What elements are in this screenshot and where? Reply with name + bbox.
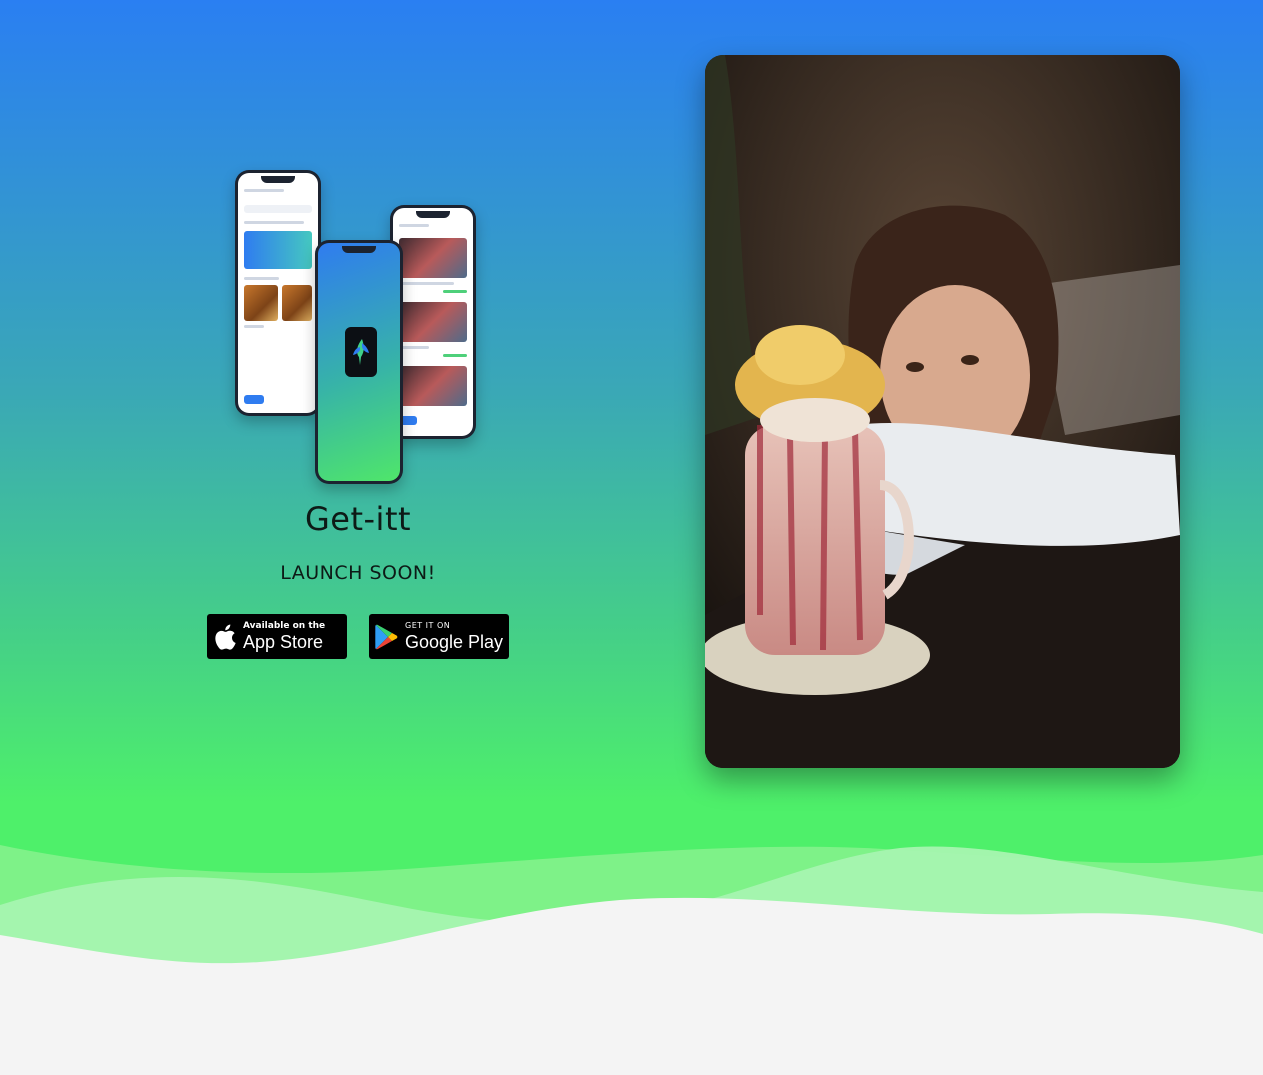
google-play-big-text: Google Play xyxy=(405,631,504,652)
hero-photo xyxy=(705,55,1180,768)
app-name: Get-itt xyxy=(304,500,412,538)
hummingbird-icon xyxy=(345,327,377,377)
phone-mockups xyxy=(230,165,480,485)
wave-divider xyxy=(0,845,1263,1075)
google-play-small-text: GET IT ON xyxy=(405,620,451,630)
phone-splash-screen xyxy=(315,240,403,484)
google-play-icon xyxy=(369,624,405,650)
phone-home-screen xyxy=(235,170,321,416)
app-store-small-text: Available on the xyxy=(243,620,326,631)
launch-tagline: LAUNCH SOON! xyxy=(280,562,436,584)
app-store-button[interactable]: Available on the App Store xyxy=(207,614,347,659)
apple-logo-icon xyxy=(207,624,243,650)
google-play-button[interactable]: GET IT ON Google Play xyxy=(369,614,509,659)
app-store-big-text: App Store xyxy=(243,631,324,652)
